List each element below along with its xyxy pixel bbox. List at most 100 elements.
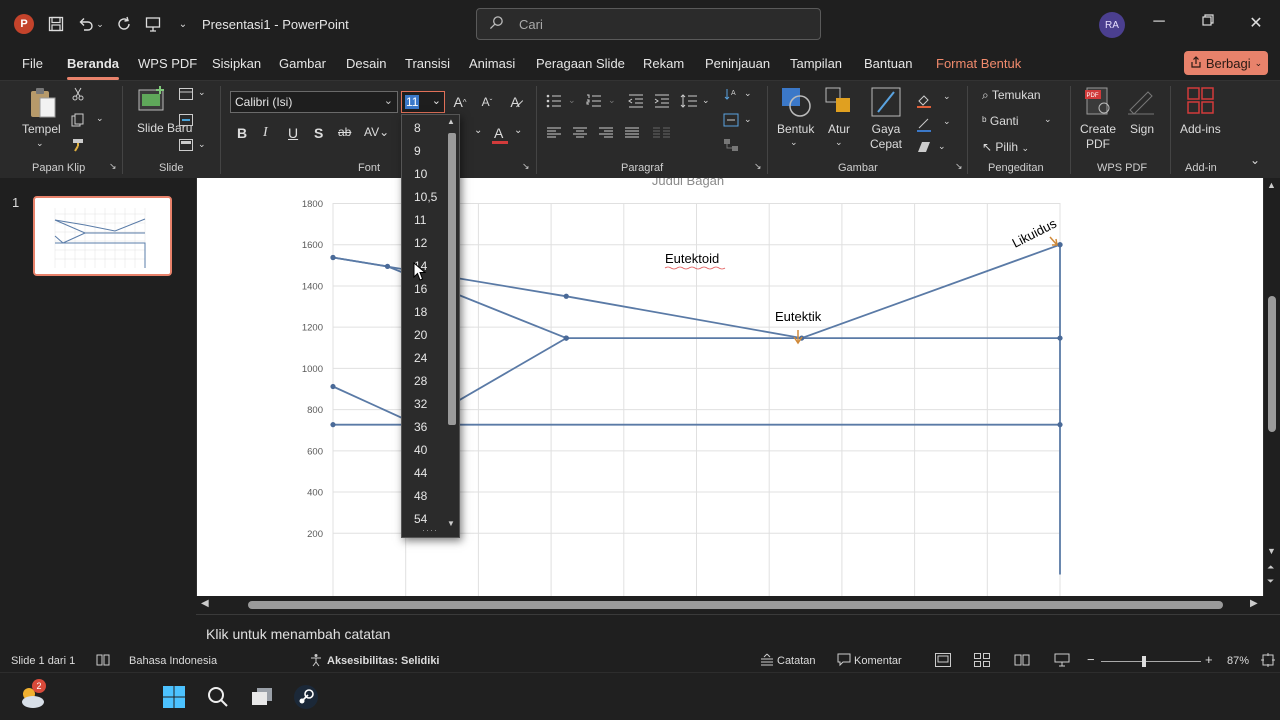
zoom-out-icon[interactable]: − <box>1087 652 1095 667</box>
bullets-dropdown-icon[interactable]: ⌄ <box>568 95 576 106</box>
close-icon[interactable]: ✕ <box>1245 13 1267 35</box>
shapes-label[interactable]: Bentuk <box>777 122 814 136</box>
scroll-right-icon[interactable]: ▶ <box>1250 598 1258 609</box>
shape-effects-dropdown-icon[interactable]: ⌄ <box>938 141 946 152</box>
bullets-icon[interactable] <box>546 93 562 109</box>
format-painter-icon[interactable] <box>70 137 86 153</box>
horizontal-scroll-thumb[interactable] <box>248 601 1223 609</box>
dropdown-scroll-thumb[interactable] <box>448 133 456 425</box>
spelling-check-icon[interactable] <box>96 653 110 670</box>
undo-dropdown-icon[interactable]: ⌄ <box>95 13 105 35</box>
smartart-icon[interactable] <box>722 136 740 154</box>
tab-view[interactable]: Tampilan <box>790 56 842 71</box>
slide-sorter-icon[interactable] <box>974 653 990 670</box>
dropdown-resize-grip-icon[interactable]: ···· <box>422 525 438 535</box>
italic-icon[interactable]: I <box>263 125 268 141</box>
new-slide-icon[interactable] <box>136 86 166 114</box>
arrange-label[interactable]: Atur <box>828 122 850 136</box>
paragraph-launcher-icon[interactable]: ↘ <box>754 161 762 172</box>
font-size-option[interactable]: 12 <box>414 236 427 250</box>
quick-styles-icon[interactable] <box>870 86 902 118</box>
slide-thumbnail[interactable] <box>33 196 172 276</box>
notes-pane[interactable]: Klik untuk menambah catatan <box>196 614 1280 650</box>
underline-icon[interactable]: U <box>288 125 298 141</box>
align-left-icon[interactable] <box>546 125 562 141</box>
start-menu-icon[interactable] <box>160 683 188 711</box>
font-color-dropdown-icon[interactable]: ⌄ <box>514 125 522 136</box>
tab-shape-format[interactable]: Format Bentuk <box>936 56 1021 71</box>
numbering-icon[interactable] <box>586 93 602 109</box>
reading-view-icon[interactable] <box>1014 653 1030 670</box>
arrange-icon[interactable] <box>824 86 854 116</box>
tab-design[interactable]: Desain <box>346 56 386 71</box>
font-launcher-icon[interactable]: ↘ <box>522 161 530 172</box>
paste-dropdown-icon[interactable]: ⌄ <box>36 138 44 149</box>
normal-view-icon[interactable] <box>935 653 951 670</box>
section-icon[interactable] <box>178 137 194 153</box>
font-name-combo[interactable]: Calibri (Isi) ⌄ <box>230 91 398 113</box>
vertical-scroll-thumb[interactable] <box>1268 296 1276 432</box>
section-dropdown-icon[interactable]: ⌄ <box>198 139 206 150</box>
font-size-option[interactable]: 10 <box>414 167 427 181</box>
strikethrough-icon[interactable]: ab <box>338 125 351 139</box>
dropdown-scroll-up-icon[interactable]: ▲ <box>447 117 455 126</box>
steam-icon[interactable] <box>292 683 320 711</box>
shape-outline-dropdown-icon[interactable]: ⌄ <box>943 116 951 127</box>
font-size-option[interactable]: 48 <box>414 489 427 503</box>
columns-icon[interactable] <box>652 125 672 141</box>
tab-file[interactable]: File <box>22 56 43 71</box>
tab-insert[interactable]: Sisipkan <box>212 56 261 71</box>
reset-icon[interactable] <box>178 112 194 128</box>
tab-help[interactable]: Bantuan <box>864 56 912 71</box>
shape-fill-icon[interactable] <box>916 92 932 111</box>
scroll-up-icon[interactable]: ▲ <box>1267 180 1276 190</box>
shape-effects-icon[interactable] <box>916 140 932 157</box>
align-text-icon[interactable] <box>722 111 740 129</box>
font-size-option[interactable]: 24 <box>414 351 427 365</box>
font-size-option[interactable]: 36 <box>414 420 427 434</box>
tab-record[interactable]: Rekam <box>643 56 684 71</box>
create-pdf-label[interactable]: Create PDF <box>1080 122 1116 152</box>
sign-icon[interactable] <box>1126 86 1156 116</box>
share-button[interactable]: Berbagi ⌄ <box>1184 51 1268 75</box>
tab-animations[interactable]: Animasi <box>469 56 515 71</box>
align-right-icon[interactable] <box>598 125 614 141</box>
previous-slide-icon[interactable]: ⏶ <box>1267 562 1274 573</box>
font-size-dropdown-list[interactable]: 8 9 10 10,5 11 12 14 16 18 20 24 28 32 36 40 44 48 54 ▲ ▼… <box>401 114 460 538</box>
accessibility-status[interactable]: Aksesibilitas: Selidiki <box>327 655 440 667</box>
bold-icon[interactable]: B <box>237 125 247 141</box>
add-ins-icon[interactable] <box>1186 86 1216 116</box>
chart[interactable]: 200 400 600 800 1000 1200 1400 1600 1800 Judul B… <box>197 178 1263 596</box>
drawing-launcher-icon[interactable]: ↘ <box>955 161 963 172</box>
tab-review[interactable]: Peninjauan <box>705 56 770 71</box>
font-size-option[interactable]: 16 <box>414 282 427 296</box>
highlight-dropdown-icon[interactable]: ⌄ <box>474 125 482 136</box>
font-size-combo[interactable]: 11 ⌄ <box>401 91 445 113</box>
zoom-in-icon[interactable]: + <box>1205 652 1213 667</box>
replace-dropdown-icon[interactable]: ⌄ <box>1044 114 1052 125</box>
justify-icon[interactable] <box>624 125 640 141</box>
layout-dropdown-icon[interactable]: ⌄ <box>198 87 206 98</box>
tab-wps-pdf[interactable]: WPS PDF <box>138 56 197 71</box>
font-size-option[interactable]: 54 <box>414 512 427 526</box>
zoom-level[interactable]: 87% <box>1227 655 1249 667</box>
align-center-icon[interactable] <box>572 125 588 141</box>
undo-icon[interactable] <box>75 13 97 35</box>
vertical-scrollbar[interactable]: ▲ ▼ ⏶ ⏷ <box>1264 178 1280 596</box>
shapes-icon[interactable] <box>780 86 812 118</box>
dropdown-scroll-down-icon[interactable]: ▼ <box>447 519 455 528</box>
font-size-option[interactable]: 32 <box>414 397 427 411</box>
present-from-start-icon[interactable] <box>142 13 164 35</box>
shape-outline-icon[interactable] <box>916 116 932 135</box>
font-size-option[interactable]: 10,5 <box>414 190 437 204</box>
line-spacing-icon[interactable] <box>680 93 698 109</box>
horizontal-scrollbar[interactable]: ◀ ▶ <box>196 596 1264 614</box>
text-shadow-icon[interactable]: S <box>314 125 323 141</box>
layout-icon[interactable] <box>178 86 194 102</box>
select-button[interactable]: ↖ Pilih ⌄ <box>982 140 1029 154</box>
quick-styles-label[interactable]: Gaya Cepat <box>865 122 907 152</box>
clipboard-launcher-icon[interactable]: ↘ <box>109 161 117 172</box>
shapes-dropdown-icon[interactable]: ⌄ <box>790 137 798 148</box>
replace-button[interactable]: ᵇ Ganti <box>982 114 1019 128</box>
character-spacing-icon[interactable]: AV⌄ <box>364 125 389 139</box>
